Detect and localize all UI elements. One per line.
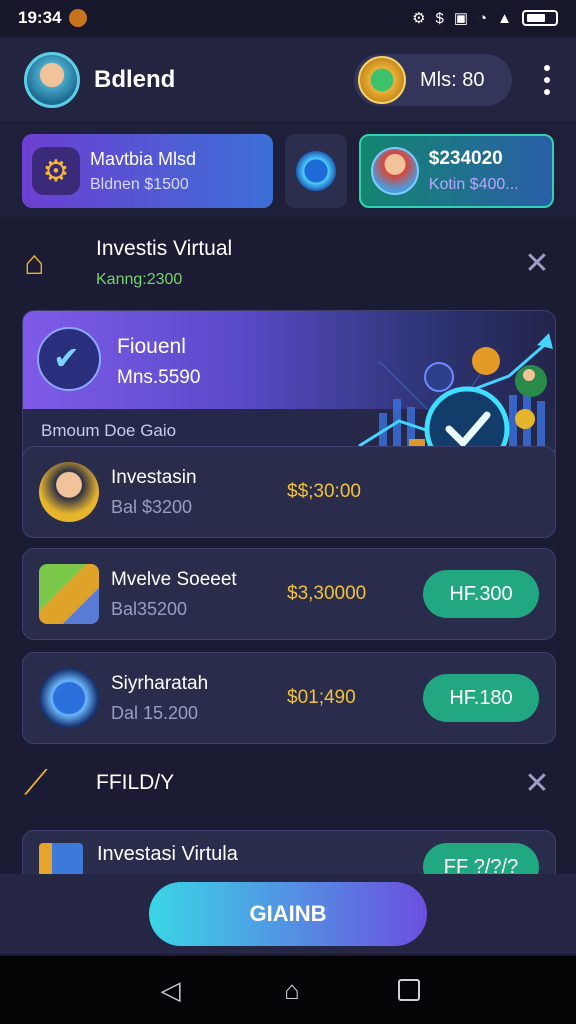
- signal-icon: ▲: [497, 9, 512, 27]
- person-icon: [370, 147, 419, 195]
- feature-caption: Bmoum Doe Gaio: [41, 421, 177, 440]
- person-avatar-icon: [39, 462, 99, 522]
- nfc-icon: ▣: [453, 10, 469, 27]
- row-subtitle: Bal35200: [111, 598, 188, 619]
- shield-check-icon: [39, 668, 99, 728]
- chart-icon: ⟋: [24, 764, 48, 802]
- invest-button[interactable]: HF.300: [423, 570, 539, 618]
- gear-icon: ⚙: [412, 10, 426, 27]
- status-time: 19:34: [18, 8, 62, 27]
- summary-row: ⚙ Mavtbia Mlsd Bldnen $1500 $234020 Koti…: [0, 124, 576, 218]
- house-icon: ⌂: [24, 244, 45, 282]
- row-title: Siyrharatah: [111, 672, 209, 694]
- status-bar: 19:34 ⚙ $ ▣ ◔ ▲: [0, 0, 576, 36]
- avatar[interactable]: [24, 52, 80, 108]
- app-header: Bdlend Mls: 80: [0, 38, 576, 122]
- section-title: Investis Virtual: [96, 237, 233, 260]
- row-title: Investasi Virtula: [97, 843, 238, 865]
- points-pill[interactable]: Mls: 80: [354, 54, 512, 106]
- section-header-virtual: ⌂ Investis Virtual Kanng:2300 ✕: [24, 228, 552, 298]
- page-title: Bdlend: [94, 66, 176, 93]
- primary-cta-button[interactable]: GIAINB: [149, 882, 427, 946]
- row-subtitle: Dal 15.200: [111, 702, 199, 723]
- wifi-icon: ◔: [478, 9, 488, 27]
- summary-right-title: $234020: [428, 148, 503, 169]
- dollar-icon: $: [435, 9, 444, 27]
- status-icons: ⚙ $ ▣ ◔ ▲: [412, 9, 558, 27]
- list-item[interactable]: Mvelve Soeeet Bal35200 $3,30000 HF.300: [22, 548, 556, 640]
- shield-icon: [295, 151, 336, 191]
- row-amount: $$;30:00: [287, 481, 361, 502]
- invest-button[interactable]: HF.180: [423, 674, 539, 722]
- battery-icon: [522, 10, 558, 26]
- more-menu-icon[interactable]: [542, 65, 552, 95]
- section-title: FFILD/Y: [96, 771, 175, 794]
- cta-bar: GIAINB: [0, 874, 576, 954]
- checkmark-icon: [37, 327, 101, 391]
- recents-icon[interactable]: [398, 979, 421, 1001]
- row-title: Mvelve Soeeet: [111, 568, 237, 590]
- coin-icon: [358, 56, 406, 104]
- system-nav-bar: ◁ ⌂: [0, 956, 576, 1024]
- summary-card-middle[interactable]: [284, 134, 347, 208]
- summary-card-right[interactable]: $234020 Kotin $400...: [358, 134, 554, 208]
- home-icon[interactable]: ⌂: [277, 975, 307, 1005]
- section-header-2: ⟋ FFILD/Y ✕: [24, 748, 552, 818]
- row-subtitle: Bal $3200: [111, 496, 193, 517]
- feature-title: Fiouenl: [117, 335, 186, 358]
- money-stack-icon: [39, 564, 99, 624]
- summary-right-subtitle: Kotin $400...: [428, 176, 519, 193]
- summary-left-subtitle: Bldnen $1500: [90, 175, 189, 193]
- gear-icon: ⚙: [32, 147, 80, 195]
- back-icon[interactable]: ◁: [156, 975, 186, 1005]
- list-item[interactable]: Investasin Bal $3200 $$;30:00: [22, 446, 556, 538]
- row-title: Investasin: [111, 466, 197, 488]
- points-text: Mls: 80: [420, 68, 485, 91]
- close-icon[interactable]: ✕: [522, 766, 552, 801]
- close-icon[interactable]: ✕: [522, 246, 552, 281]
- feature-subtitle: Mns.5590: [117, 367, 201, 388]
- section-subtitle: Kanng:2300: [96, 271, 183, 288]
- row-amount: $3,30000: [287, 583, 367, 604]
- notification-icon: [69, 9, 88, 27]
- summary-left-title: Mavtbia Mlsd: [90, 148, 197, 169]
- list-item[interactable]: Siyrharatah Dal 15.200 $01;490 HF.180: [22, 652, 556, 744]
- summary-card-left[interactable]: ⚙ Mavtbia Mlsd Bldnen $1500: [22, 134, 273, 208]
- row-amount: $01;490: [287, 687, 356, 708]
